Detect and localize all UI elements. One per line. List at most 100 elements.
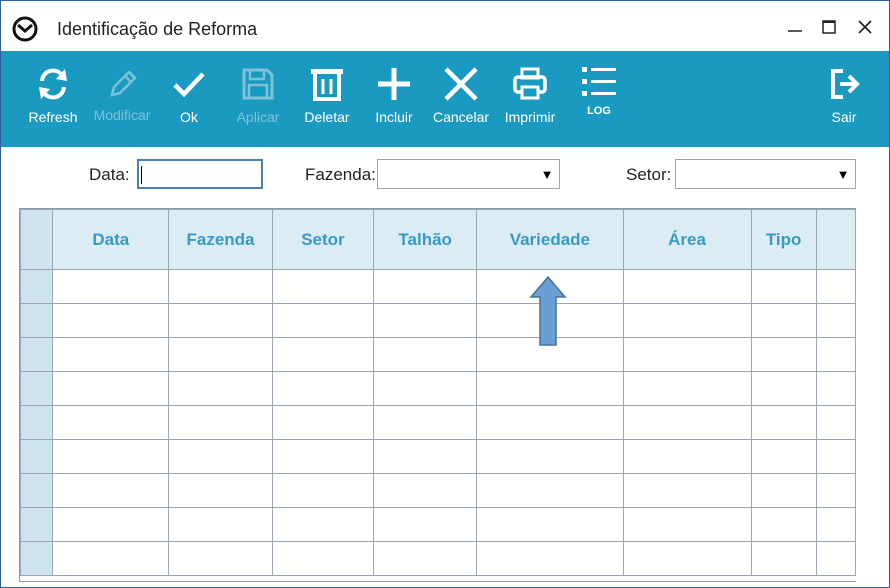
table-row[interactable] bbox=[20, 439, 856, 474]
grid-cell[interactable] bbox=[750, 541, 817, 576]
grid-cell[interactable] bbox=[373, 405, 478, 440]
table-row[interactable] bbox=[20, 507, 856, 542]
minimize-button[interactable] bbox=[779, 13, 811, 41]
column-header-data[interactable]: Data bbox=[52, 209, 170, 270]
grid-cell[interactable] bbox=[750, 269, 817, 304]
refresh-button[interactable]: Refresh bbox=[23, 51, 83, 147]
grid-cell[interactable] bbox=[373, 371, 478, 406]
grid-cell[interactable] bbox=[622, 541, 752, 576]
log-button[interactable]: LOG bbox=[569, 51, 629, 147]
table-row[interactable] bbox=[20, 541, 856, 576]
grid-cell[interactable] bbox=[750, 337, 817, 372]
grid-cell[interactable] bbox=[271, 541, 375, 576]
grid-cell[interactable] bbox=[373, 439, 478, 474]
row-indicator[interactable] bbox=[20, 337, 54, 372]
grid-cell[interactable] bbox=[52, 269, 170, 304]
grid-cell[interactable] bbox=[52, 439, 170, 474]
grid-cell[interactable] bbox=[373, 473, 478, 508]
column-header-setor[interactable]: Setor bbox=[271, 209, 375, 270]
close-button[interactable] bbox=[849, 13, 881, 41]
grid-cell[interactable] bbox=[373, 337, 478, 372]
grid-cell[interactable] bbox=[815, 507, 856, 542]
grid-cell[interactable] bbox=[815, 439, 856, 474]
incluir-button[interactable]: Incluir bbox=[364, 51, 424, 147]
grid-cell[interactable] bbox=[168, 337, 273, 372]
grid-cell[interactable] bbox=[168, 507, 273, 542]
grid-cell[interactable] bbox=[271, 269, 375, 304]
grid-cell[interactable] bbox=[622, 337, 752, 372]
fazenda-dropdown-button[interactable]: ▼ bbox=[535, 160, 559, 188]
ok-button[interactable]: Ok bbox=[159, 51, 219, 147]
grid-cell[interactable] bbox=[476, 507, 624, 542]
grid-cell[interactable] bbox=[476, 371, 624, 406]
grid-cell[interactable] bbox=[52, 541, 170, 576]
maximize-button[interactable] bbox=[813, 13, 845, 41]
row-indicator[interactable] bbox=[20, 269, 54, 304]
grid-cell[interactable] bbox=[622, 439, 752, 474]
deletar-button[interactable]: Deletar bbox=[297, 51, 357, 147]
row-indicator[interactable] bbox=[20, 439, 54, 474]
grid-cell[interactable] bbox=[622, 371, 752, 406]
row-indicator[interactable] bbox=[20, 541, 54, 576]
aplicar-button[interactable]: Aplicar bbox=[228, 51, 288, 147]
grid-cell[interactable] bbox=[52, 473, 170, 508]
grid-cell[interactable] bbox=[168, 371, 273, 406]
grid-cell[interactable] bbox=[168, 439, 273, 474]
grid-cell[interactable] bbox=[52, 303, 170, 338]
grid-cell[interactable] bbox=[622, 473, 752, 508]
fazenda-dropdown[interactable]: ▼ bbox=[377, 159, 560, 189]
grid-cell[interactable] bbox=[476, 541, 624, 576]
grid-cell[interactable] bbox=[476, 405, 624, 440]
grid-cell[interactable] bbox=[271, 303, 375, 338]
grid-cell[interactable] bbox=[168, 303, 273, 338]
grid-cell[interactable] bbox=[373, 269, 478, 304]
row-indicator[interactable] bbox=[20, 405, 54, 440]
cancelar-button[interactable]: Cancelar bbox=[431, 51, 491, 147]
grid-cell[interactable] bbox=[750, 303, 817, 338]
grid-cell[interactable] bbox=[271, 507, 375, 542]
setor-dropdown[interactable]: ▼ bbox=[675, 159, 856, 189]
grid-cell[interactable] bbox=[52, 337, 170, 372]
table-row[interactable] bbox=[20, 269, 856, 304]
grid-cell[interactable] bbox=[168, 541, 273, 576]
grid-cell[interactable] bbox=[476, 473, 624, 508]
row-indicator[interactable] bbox=[20, 303, 54, 338]
grid-cell[interactable] bbox=[271, 439, 375, 474]
grid-cell[interactable] bbox=[168, 269, 273, 304]
row-indicator[interactable] bbox=[20, 371, 54, 406]
grid-cell[interactable] bbox=[750, 405, 817, 440]
grid-cell[interactable] bbox=[815, 541, 856, 576]
grid-cell[interactable] bbox=[750, 473, 817, 508]
grid-cell[interactable] bbox=[750, 439, 817, 474]
grid-cell[interactable] bbox=[271, 473, 375, 508]
grid-cell[interactable] bbox=[476, 439, 624, 474]
imprimir-button[interactable]: Imprimir bbox=[500, 51, 560, 147]
column-header-tipo[interactable]: Tipo bbox=[750, 209, 817, 270]
grid-cell[interactable] bbox=[52, 507, 170, 542]
table-row[interactable] bbox=[20, 473, 856, 508]
column-header-variedade[interactable]: Variedade bbox=[476, 209, 624, 270]
grid-cell[interactable] bbox=[168, 473, 273, 508]
grid-cell[interactable] bbox=[815, 269, 856, 304]
setor-dropdown-button[interactable]: ▼ bbox=[831, 160, 855, 188]
grid-cell[interactable] bbox=[815, 371, 856, 406]
column-header-talhao[interactable]: Talhão bbox=[373, 209, 478, 270]
grid-cell[interactable] bbox=[168, 405, 273, 440]
grid-cell[interactable] bbox=[622, 507, 752, 542]
grid-cell[interactable] bbox=[622, 303, 752, 338]
sair-button[interactable]: Sair bbox=[814, 51, 874, 147]
grid-cell[interactable] bbox=[815, 473, 856, 508]
grid-cell[interactable] bbox=[815, 303, 856, 338]
grid-cell[interactable] bbox=[750, 507, 817, 542]
grid-cell[interactable] bbox=[622, 269, 752, 304]
column-header-fazenda[interactable]: Fazenda bbox=[168, 209, 273, 270]
column-header-area[interactable]: Área bbox=[622, 209, 752, 270]
grid-cell[interactable] bbox=[271, 405, 375, 440]
grid-cell[interactable] bbox=[52, 405, 170, 440]
table-row[interactable] bbox=[20, 303, 856, 338]
grid-cell[interactable] bbox=[815, 405, 856, 440]
grid-cell[interactable] bbox=[750, 371, 817, 406]
grid-cell[interactable] bbox=[815, 337, 856, 372]
grid-cell[interactable] bbox=[373, 303, 478, 338]
grid-cell[interactable] bbox=[622, 405, 752, 440]
